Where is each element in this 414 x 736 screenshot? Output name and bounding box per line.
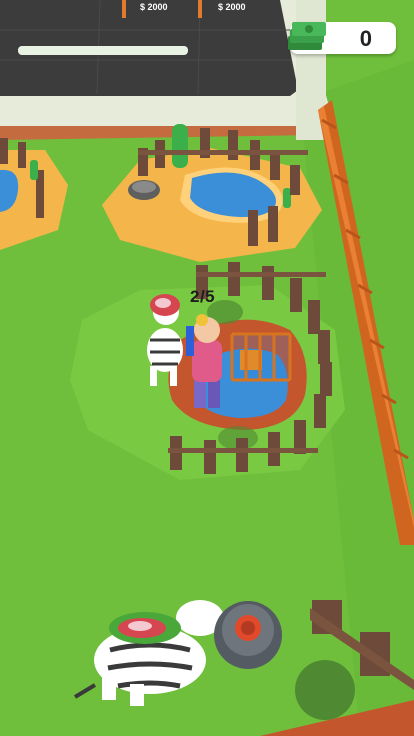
game-scene [0, 0, 414, 736]
plot-price-right[interactable]: $ 2000 [218, 2, 246, 12]
cash-stack-icon [288, 22, 326, 50]
building-area [0, 0, 330, 140]
enclosure-capacity-label: 2/5 [190, 287, 216, 306]
animal-cage [230, 332, 292, 382]
money-value: 0 [359, 26, 372, 51]
money-counter: 0 [288, 22, 396, 54]
plot-price-left[interactable]: $ 2000 [140, 2, 168, 12]
progress-bar [18, 46, 188, 55]
food-dispenser [214, 601, 282, 669]
